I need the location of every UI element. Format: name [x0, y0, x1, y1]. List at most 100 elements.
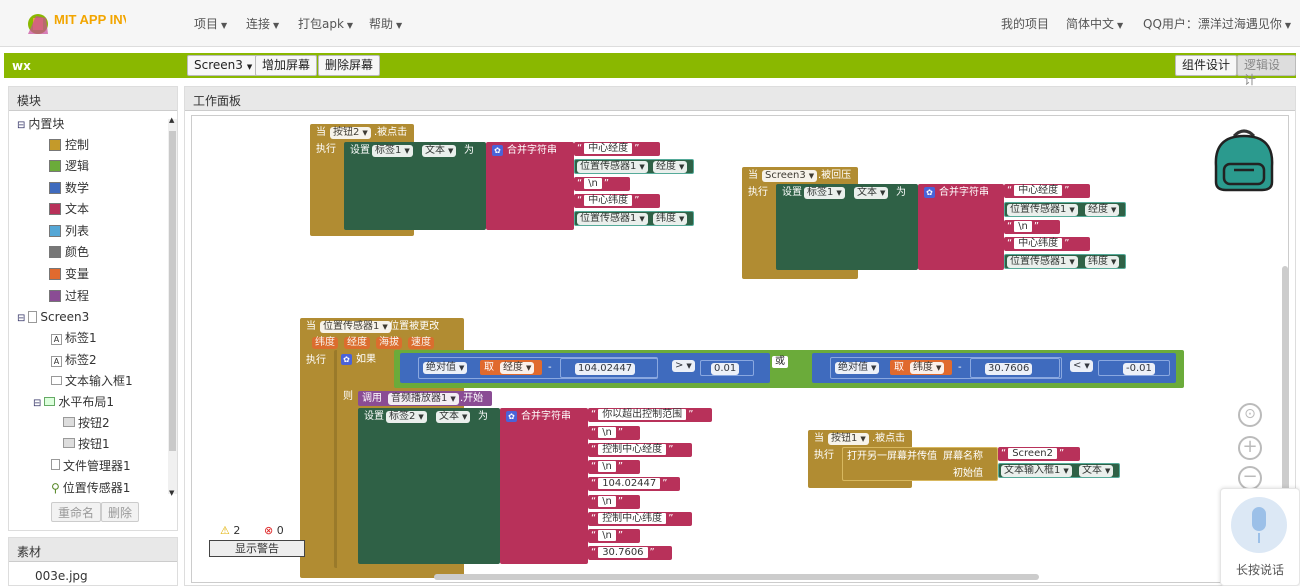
tree-item-control[interactable]: 控制	[49, 135, 89, 155]
text-string[interactable]: “\n”	[1004, 220, 1060, 234]
remove-screen-button[interactable]: 删除屏幕	[318, 55, 381, 76]
tree-item-logic[interactable]: 逻辑	[49, 156, 89, 176]
math-op-dropdown[interactable]: 绝对值 ▼	[423, 362, 468, 374]
text-string[interactable]: “Screen2”	[998, 447, 1080, 461]
string-value[interactable]: 中心纬度	[1014, 238, 1063, 249]
text-string[interactable]: “\n”	[588, 529, 640, 543]
zoom-out-icon[interactable]: −	[1238, 466, 1262, 490]
set-block[interactable]: 设置 标签1 ▼ 文本 ▼ 为	[344, 142, 486, 230]
delete-button[interactable]: 删除	[101, 502, 140, 522]
text-string[interactable]: “\n”	[588, 495, 640, 509]
param-longitude[interactable]: 经度	[344, 337, 370, 349]
string-value[interactable]: 你以超出控制范围	[598, 409, 687, 420]
text-string[interactable]: “你以超出控制范围”	[588, 408, 712, 422]
tree-screen3[interactable]: ⊟ Screen3	[17, 307, 89, 327]
scroll-up-icon[interactable]: ▲	[169, 116, 174, 124]
collapse-icon[interactable]: ⊟	[33, 398, 41, 409]
text-string[interactable]: “中心纬度”	[574, 194, 660, 208]
param-latitude[interactable]: 纬度	[312, 337, 338, 349]
string-value[interactable]: 中心纬度	[584, 195, 633, 206]
voice-input-widget[interactable]: 长按说话	[1220, 488, 1300, 586]
set-block[interactable]: 设置 标签1 ▼ 文本 ▼ 为	[776, 184, 918, 270]
string-value[interactable]: 30.7606	[598, 547, 648, 558]
property-dropdown[interactable]: 文本 ▼	[1079, 465, 1114, 477]
tree-item-variables[interactable]: 变量	[49, 264, 89, 284]
component-dropdown[interactable]: 位置传感器1 ▼	[1007, 204, 1078, 216]
math-op-dropdown[interactable]: 绝对值 ▼	[835, 362, 880, 374]
gear-icon[interactable]: ✿	[492, 145, 503, 156]
backpack-icon[interactable]	[1210, 126, 1278, 192]
blocks-button[interactable]: 逻辑设计	[1237, 55, 1296, 87]
string-value[interactable]: \n	[584, 178, 602, 189]
tree-item-procedures[interactable]: 过程	[49, 286, 89, 306]
gear-icon[interactable]: ✿	[341, 354, 352, 365]
string-value[interactable]: 中心经度	[584, 143, 633, 154]
component-dropdown[interactable]: 标签1 ▼	[372, 145, 413, 157]
collapse-icon[interactable]: ⊟	[17, 313, 25, 324]
string-value[interactable]: \n	[598, 530, 616, 541]
string-value[interactable]: 控制中心纬度	[598, 513, 667, 524]
property-dropdown[interactable]: 文本 ▼	[436, 411, 471, 423]
tree-item-text[interactable]: 文本	[49, 199, 89, 219]
menu-connect[interactable]: 连接 ▼	[246, 15, 279, 32]
number-block[interactable]: -0.01	[1098, 360, 1170, 376]
component-dropdown[interactable]: 标签1 ▼	[804, 187, 845, 199]
tree-component-label2[interactable]: A 标签2	[51, 350, 97, 370]
text-string[interactable]: “中心经度”	[574, 142, 660, 156]
string-value[interactable]: \n	[1014, 221, 1032, 232]
sensor-getter[interactable]: 位置传感器1 ▼ 纬度 ▼	[574, 211, 694, 226]
designer-button[interactable]: 组件设计	[1175, 55, 1238, 76]
call-method-block[interactable]: 调用 音频播放器1 ▼ .开始	[358, 391, 492, 406]
tree-component-file1[interactable]: 文件管理器1	[51, 456, 131, 476]
tree-component-textbox1[interactable]: 文本输入框1	[51, 371, 133, 391]
gear-icon[interactable]: ✿	[506, 411, 517, 422]
textbox-getter[interactable]: 文本输入框1 ▼ 文本 ▼	[998, 463, 1120, 478]
compare-operator-dropdown[interactable]: < ▼	[1070, 360, 1093, 372]
open-screen-block[interactable]: 打开另一屏幕并传值 屏幕名称 初始值	[842, 447, 998, 481]
number-block[interactable]: 104.02447	[560, 358, 658, 378]
param-altitude[interactable]: 海拔	[376, 337, 402, 349]
error-indicator[interactable]: ⊗ 0	[264, 524, 284, 537]
number-value[interactable]: 104.02447	[575, 363, 636, 375]
add-screen-button[interactable]: 增加屏幕	[255, 55, 318, 76]
text-string[interactable]: “\n”	[574, 177, 630, 191]
blocks-workspace[interactable]: 当 按钮2 ▼ .被点击 执行 设置 标签1 ▼ 文本 ▼ 为 ✿ 合并字符串 “中心经…	[191, 115, 1289, 583]
component-dropdown[interactable]: 音频播放器1 ▼	[388, 393, 459, 405]
media-file[interactable]: 003e.jpg	[35, 569, 88, 583]
user-menu[interactable]: QQ用户：漂洋过海遇见你 ▼	[1143, 15, 1291, 32]
component-dropdown[interactable]: 位置传感器1 ▼	[320, 321, 391, 333]
collapse-icon[interactable]: ⊟	[17, 120, 25, 131]
sensor-getter[interactable]: 位置传感器1 ▼ 经度 ▼	[574, 159, 694, 174]
tree-item-lists[interactable]: 列表	[49, 221, 89, 241]
scroll-down-icon[interactable]: ▼	[169, 489, 174, 497]
screen-select[interactable]: Screen3 ▼	[187, 55, 260, 76]
compare-operator-dropdown[interactable]: > ▼	[672, 360, 695, 372]
menu-build[interactable]: 打包apk ▼	[298, 15, 353, 32]
language-menu[interactable]: 简体中文 ▼	[1066, 15, 1123, 32]
mic-icon[interactable]	[1231, 497, 1287, 553]
join-block[interactable]: ✿ 合并字符串	[486, 142, 574, 230]
property-dropdown[interactable]: 经度 ▼	[1085, 204, 1120, 216]
property-dropdown[interactable]: 文本 ▼	[854, 187, 889, 199]
component-dropdown[interactable]: 标签2 ▼	[386, 411, 427, 423]
menu-help[interactable]: 帮助 ▼	[369, 15, 402, 32]
number-block[interactable]: 30.7606	[970, 358, 1060, 378]
tree-scrollbar[interactable]: ▲ ▼	[168, 116, 177, 497]
tree-item-colors[interactable]: 颜色	[49, 242, 89, 262]
warning-indicator[interactable]: ⚠ 2	[220, 524, 240, 537]
get-variable-block[interactable]: 取 经度 ▼	[480, 360, 542, 375]
text-string[interactable]: “控制中心纬度”	[588, 512, 692, 526]
component-dropdown[interactable]: 文本输入框1 ▼	[1001, 465, 1072, 477]
set-block[interactable]: 设置 标签2 ▼ 文本 ▼ 为	[358, 408, 500, 564]
component-dropdown[interactable]: 按钮2 ▼	[330, 127, 371, 139]
component-dropdown[interactable]: 按钮1 ▼	[828, 433, 869, 445]
scrollbar-thumb[interactable]	[169, 131, 176, 451]
param-speed[interactable]: 速度	[408, 337, 434, 349]
tree-component-button2[interactable]: 按钮2	[63, 413, 110, 433]
string-value[interactable]: \n	[598, 496, 616, 507]
tree-item-math[interactable]: 数学	[49, 178, 89, 198]
tree-component-button1[interactable]: 按钮1	[63, 434, 110, 454]
tree-builtin[interactable]: ⊟ 内置块	[17, 114, 64, 134]
join-block[interactable]: ✿ 合并字符串	[918, 184, 1004, 270]
sensor-getter[interactable]: 位置传感器1 ▼ 纬度 ▼	[1004, 254, 1126, 269]
